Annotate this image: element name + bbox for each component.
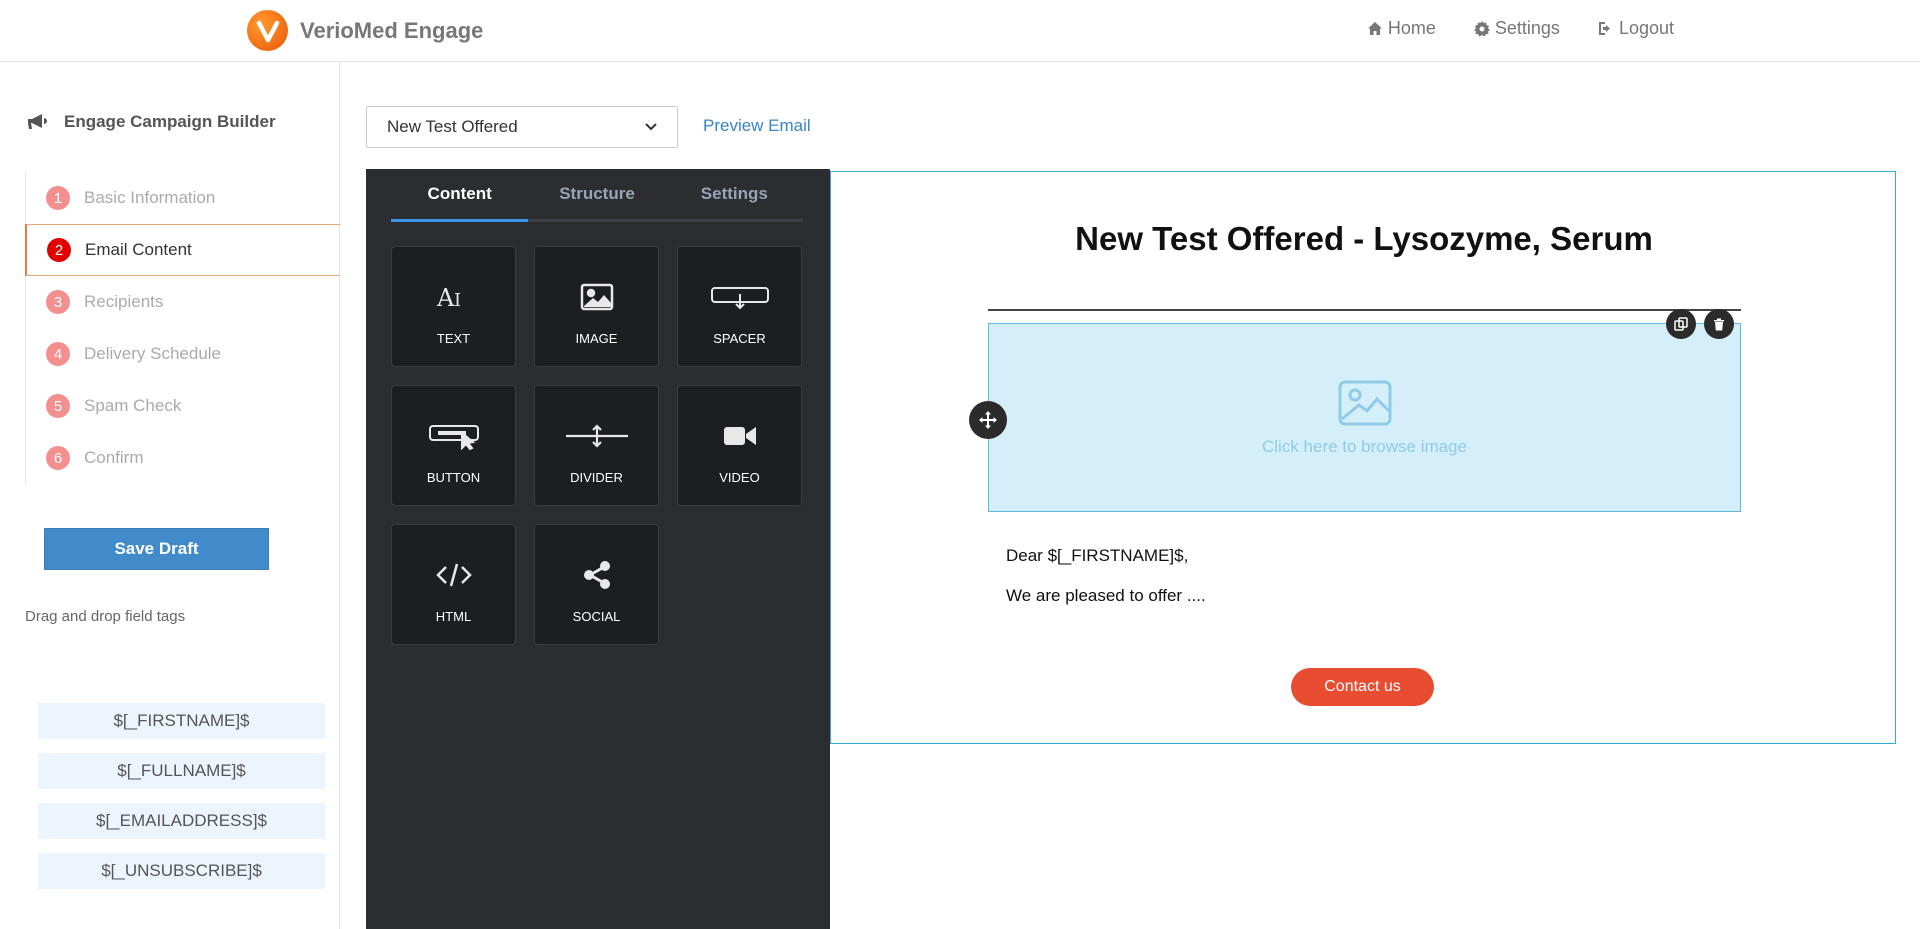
block-html[interactable]: HTML xyxy=(391,524,516,645)
step-label: Email Content xyxy=(85,240,192,259)
step-confirm[interactable]: 6 Confirm xyxy=(25,432,340,484)
image-icon xyxy=(1338,380,1391,425)
move-icon xyxy=(979,411,997,429)
step-label: Spam Check xyxy=(84,396,182,415)
email-body-text[interactable]: We are pleased to offer .... xyxy=(1006,586,1206,606)
gear-icon xyxy=(1473,20,1490,36)
tab-settings[interactable]: Settings xyxy=(666,169,803,219)
field-tag-firstname[interactable]: $[_FIRSTNAME]$ xyxy=(38,703,325,739)
field-tag-unsubscribe[interactable]: $[_UNSUBSCRIBE]$ xyxy=(38,853,325,889)
template-select-value: New Test Offered xyxy=(387,117,518,136)
step-basic-information[interactable]: 1 Basic Information xyxy=(25,172,340,224)
move-block-handle[interactable] xyxy=(969,401,1007,439)
block-label: VIDEO xyxy=(719,470,760,485)
block-social[interactable]: SOCIAL xyxy=(534,524,659,645)
video-icon xyxy=(723,414,757,458)
nav-settings[interactable]: Settings xyxy=(1473,18,1560,39)
nav-settings-label: Settings xyxy=(1494,18,1560,38)
campaign-sidebar: Engage Campaign Builder 1 Basic Informat… xyxy=(0,62,340,929)
text-icon: AI xyxy=(436,275,472,319)
sidebar-title: Engage Campaign Builder xyxy=(26,112,276,132)
top-navbar: VerioMed Engage Home Settings Logout xyxy=(0,0,1920,62)
template-select[interactable]: New Test Offered xyxy=(366,106,678,148)
field-tags-label: Drag and drop field tags xyxy=(25,608,186,625)
step-number: 5 xyxy=(46,394,70,418)
block-image[interactable]: IMAGE xyxy=(534,246,659,367)
block-divider[interactable]: DIVIDER xyxy=(534,385,659,506)
block-label: SOCIAL xyxy=(572,609,621,624)
block-video[interactable]: VIDEO xyxy=(677,385,802,506)
block-button[interactable]: BUTTON xyxy=(391,385,516,506)
share-icon xyxy=(582,553,612,597)
step-label: Recipients xyxy=(84,292,164,311)
block-label: BUTTON xyxy=(426,470,481,485)
delete-block-button[interactable] xyxy=(1704,309,1734,339)
brand[interactable]: VerioMed Engage xyxy=(247,10,483,51)
top-nav: Home Settings Logout xyxy=(1329,18,1674,39)
tab-structure[interactable]: Structure xyxy=(528,169,665,219)
sidebar-title-text: Engage Campaign Builder xyxy=(64,112,276,131)
step-spam-check[interactable]: 5 Spam Check xyxy=(25,380,340,432)
step-number: 2 xyxy=(47,238,71,262)
block-label: TEXT xyxy=(436,331,471,346)
step-label: Basic Information xyxy=(84,188,216,207)
field-tag-emailaddress[interactable]: $[_EMAILADDRESS]$ xyxy=(38,803,325,839)
email-title[interactable]: New Test Offered - Lysozyme, Serum xyxy=(831,220,1897,258)
nav-logout[interactable]: Logout xyxy=(1598,18,1674,39)
email-divider[interactable] xyxy=(988,309,1741,311)
builder-panel: Content Structure Settings AI TEXT IMAGE… xyxy=(366,169,830,929)
image-placeholder[interactable]: Click here to browse image xyxy=(988,323,1741,512)
step-label: Delivery Schedule xyxy=(84,344,222,363)
step-number: 4 xyxy=(46,342,70,366)
step-number: 1 xyxy=(46,186,70,210)
step-number: 6 xyxy=(46,446,70,470)
block-label: SPACER xyxy=(713,331,766,346)
email-canvas[interactable]: New Test Offered - Lysozyme, Serum Click… xyxy=(830,171,1896,744)
step-number: 3 xyxy=(46,290,70,314)
image-placeholder-text: Click here to browse image xyxy=(1261,436,1468,456)
block-label: HTML xyxy=(435,609,472,624)
svg-text:I: I xyxy=(454,290,461,311)
step-email-content[interactable]: 2 Email Content xyxy=(25,224,340,276)
step-delivery-schedule[interactable]: 4 Delivery Schedule xyxy=(25,328,340,380)
code-icon xyxy=(435,553,472,597)
chevron-down-icon xyxy=(645,123,657,131)
builder-tabs: Content Structure Settings xyxy=(391,169,803,222)
block-label: DIVIDER xyxy=(570,470,623,485)
field-tag-fullname[interactable]: $[_FULLNAME]$ xyxy=(38,753,325,789)
block-spacer[interactable]: SPACER xyxy=(677,246,802,367)
logout-icon xyxy=(1598,22,1610,35)
brand-logo xyxy=(247,10,288,51)
copy-icon xyxy=(1674,317,1688,331)
content-blocks: AI TEXT IMAGE SPACER BUTTON DIVIDER VIDE… xyxy=(391,246,802,645)
preview-email-link[interactable]: Preview Email xyxy=(703,116,811,136)
duplicate-block-button[interactable] xyxy=(1666,309,1696,339)
svg-text:A: A xyxy=(436,284,455,312)
contact-us-button[interactable]: Contact us xyxy=(1291,668,1434,706)
nav-home-label: Home xyxy=(1387,18,1436,38)
nav-home[interactable]: Home xyxy=(1367,18,1436,39)
block-text[interactable]: AI TEXT xyxy=(391,246,516,367)
email-greeting[interactable]: Dear $[_FIRSTNAME]$, xyxy=(1006,546,1188,566)
step-label: Confirm xyxy=(84,448,144,467)
block-label: IMAGE xyxy=(575,331,618,346)
trash-icon xyxy=(1714,318,1724,330)
wizard-steps: 1 Basic Information 2 Email Content 3 Re… xyxy=(25,172,340,484)
divider-icon xyxy=(564,414,630,458)
button-icon xyxy=(428,414,480,458)
step-recipients[interactable]: 3 Recipients xyxy=(25,276,340,328)
nav-logout-label: Logout xyxy=(1618,18,1674,38)
megaphone-icon xyxy=(28,114,47,129)
spacer-icon xyxy=(710,275,770,319)
brand-name: VerioMed Engage xyxy=(300,17,484,43)
home-icon xyxy=(1367,22,1382,35)
image-icon xyxy=(580,275,614,319)
save-draft-button[interactable]: Save Draft xyxy=(44,528,269,570)
tab-content[interactable]: Content xyxy=(391,169,529,222)
